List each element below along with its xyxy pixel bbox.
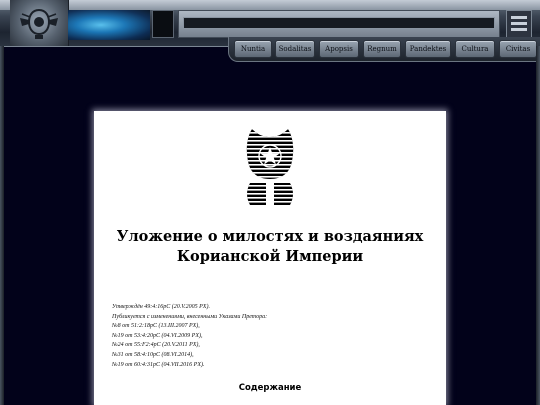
meta-decree: №8 от 51:2:18pC (13.III.2007 PX), bbox=[112, 323, 200, 330]
document-title-line2: Корианской Империи bbox=[176, 248, 364, 265]
meta-decree: №19 от 53:4:20pC (04.VI.2009 PX), bbox=[112, 332, 203, 339]
winged-emblem-icon bbox=[20, 8, 58, 39]
meta-published: Публикуется с изменениями, внесенными Ук… bbox=[112, 313, 268, 320]
nav-item-sodalitas[interactable]: Sodalitas bbox=[275, 40, 315, 58]
logo[interactable] bbox=[10, 0, 69, 46]
frame-right bbox=[536, 46, 540, 405]
nav-item-civitas[interactable]: Civitas bbox=[499, 40, 537, 58]
main-nav: Nuntia Sodalitas Apopsis Regnum Pandekte… bbox=[228, 37, 540, 62]
glow-panel bbox=[68, 10, 150, 40]
meta-decree: №24 от 55:F2:4pC (20.V.2011 PX), bbox=[112, 342, 200, 349]
meta-decree: №31 от 58:4:10pC (08.VI.2014), bbox=[112, 351, 194, 358]
header-band bbox=[0, 0, 540, 10]
header-slot bbox=[152, 10, 174, 38]
frame-left bbox=[0, 46, 4, 405]
nav-item-cultura[interactable]: Cultura bbox=[455, 40, 495, 58]
document-title: Уложение о милостях и воздаяниях Корианс… bbox=[94, 227, 446, 267]
nav-item-regnum[interactable]: Regnum bbox=[363, 40, 401, 58]
imperial-crest-icon bbox=[246, 129, 294, 205]
menu-icon[interactable] bbox=[506, 10, 532, 38]
nav-item-pandektes[interactable]: Pandektes bbox=[405, 40, 451, 58]
meta-decree: №19 от 60:4:31pC (04.VII.2016 PX). bbox=[112, 361, 205, 368]
nav-item-nuntia[interactable]: Nuntia bbox=[234, 40, 272, 58]
nav-item-apopsis[interactable]: Apopsis bbox=[319, 40, 359, 58]
document-title-line1: Уложение о милостях и воздаяниях bbox=[116, 228, 424, 245]
document-page: Уложение о милостях и воздаяниях Корианс… bbox=[94, 111, 446, 405]
meta-approved: Утверждён 49:4:16pC (20.V.2005 PX). bbox=[112, 304, 210, 310]
contents-heading: Содержание bbox=[238, 383, 302, 393]
document-meta: Утверждён 49:4:16pC (20.V.2005 PX). Публ… bbox=[112, 303, 432, 370]
header-bar bbox=[178, 10, 500, 38]
